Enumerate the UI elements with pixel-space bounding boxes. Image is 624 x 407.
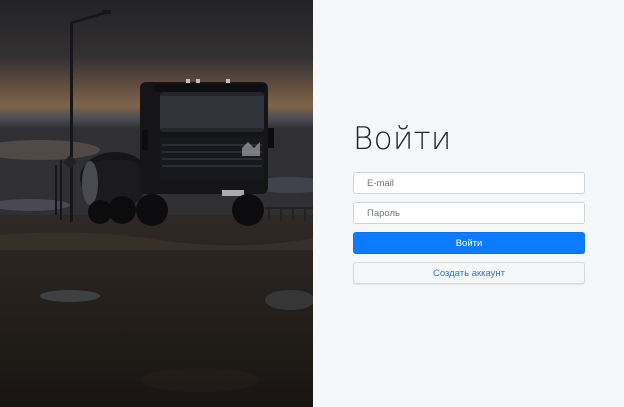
password-field[interactable] (353, 202, 585, 224)
page-title: Войти (353, 121, 452, 157)
login-button[interactable]: Войти (353, 232, 585, 254)
email-field[interactable] (353, 172, 585, 194)
hero-photo-truck-at-sunset (0, 0, 313, 407)
login-panel: Войти Войти Создать аккаунт (313, 0, 624, 407)
hero-image (0, 0, 313, 407)
create-account-button[interactable]: Создать аккаунт (353, 262, 585, 284)
